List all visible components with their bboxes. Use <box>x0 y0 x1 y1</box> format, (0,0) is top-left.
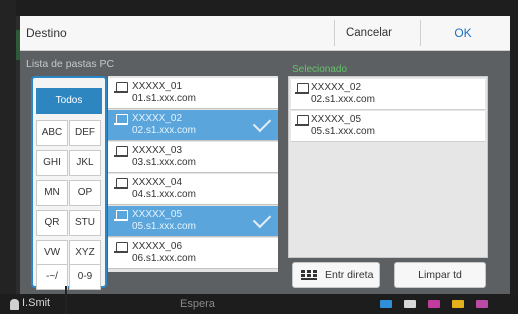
computer-icon <box>114 178 128 189</box>
cancel-button[interactable]: Cancelar <box>334 20 403 46</box>
pc-list-item[interactable]: XXXXX_02 02.s1.xxx.com <box>108 110 278 141</box>
pc-host: 02.s1.xxx.com <box>311 94 375 105</box>
pc-list-item[interactable]: XXXXX_01 01.s1.xxx.com <box>108 78 278 109</box>
filter-ghi-button[interactable]: GHI <box>36 150 68 176</box>
toner-white-icon <box>404 300 416 308</box>
device-bezel-left <box>0 0 16 314</box>
pc-folder-list-title: Lista de pastas PC <box>26 58 115 70</box>
direct-entry-label: Entr direta <box>325 269 374 281</box>
pc-list-item[interactable]: XXXXX_04 04.s1.xxx.com <box>108 174 278 205</box>
pc-name: XXXXX_05 <box>311 114 362 125</box>
callout-line <box>65 286 67 314</box>
filter-mn-button[interactable]: MN <box>36 180 68 206</box>
computer-icon <box>114 114 128 125</box>
pc-host: 04.s1.xxx.com <box>132 189 196 200</box>
toner-yellow-icon <box>452 300 464 308</box>
index-filter-panel: Todos ABC DEF GHI JKL MN OP QR STU VW XY… <box>31 76 107 290</box>
dialog-title: Destino <box>26 26 67 40</box>
check-icon <box>252 113 272 133</box>
computer-icon <box>114 210 128 221</box>
keyboard-icon <box>301 270 317 280</box>
filter-stu-button[interactable]: STU <box>69 210 101 236</box>
device-bezel-top <box>0 0 518 16</box>
selected-destinations-panel: XXXXX_02 02.s1.xxx.com XXXXX_05 05.s1.xx… <box>288 76 488 258</box>
selected-panel-title: Selecionado <box>292 64 348 75</box>
machine-status: Espera <box>180 298 215 310</box>
filter-def-button[interactable]: DEF <box>69 120 101 146</box>
pc-host: 05.s1.xxx.com <box>132 221 196 232</box>
pc-name: XXXXX_01 <box>132 81 183 92</box>
computer-icon <box>295 83 309 94</box>
pc-host: 03.s1.xxx.com <box>132 157 196 168</box>
filter-symbols-button[interactable]: -~/ <box>36 264 68 290</box>
pc-folder-list: XXXXX_01 01.s1.xxx.com XXXXX_02 02.s1.xx… <box>108 76 278 272</box>
pc-list-item[interactable]: XXXXX_05 05.s1.xxx.com <box>108 206 278 237</box>
check-icon <box>252 209 272 229</box>
pc-host: 06.s1.xxx.com <box>132 253 196 264</box>
computer-icon <box>295 115 309 126</box>
toner-magenta-icon <box>428 300 440 308</box>
computer-icon <box>114 146 128 157</box>
destination-dialog: Destino Cancelar OK Lista de pastas PC T… <box>20 16 510 294</box>
direct-entry-button[interactable]: Entr direta <box>292 262 380 288</box>
clear-all-button[interactable]: Limpar td <box>394 262 486 288</box>
toner-extra-icon <box>476 300 488 308</box>
dialog-header: Destino Cancelar OK <box>20 16 510 51</box>
filter-xyz-button[interactable]: XYZ <box>69 240 101 266</box>
logged-in-user[interactable]: I.Smit <box>9 297 50 310</box>
computer-icon <box>114 242 128 253</box>
selected-list-item[interactable]: XXXXX_02 02.s1.xxx.com <box>291 79 485 110</box>
computer-icon <box>114 82 128 93</box>
ok-button[interactable]: OK <box>420 20 505 46</box>
pc-name: XXXXX_03 <box>132 145 183 156</box>
pc-name: XXXXX_04 <box>132 177 183 188</box>
filter-abc-button[interactable]: ABC <box>36 120 68 146</box>
toner-cyan-icon <box>380 300 392 308</box>
pc-name: XXXXX_05 <box>132 209 183 220</box>
filter-vw-button[interactable]: VW <box>36 240 68 266</box>
pc-host: 05.s1.xxx.com <box>311 126 375 137</box>
selected-list-item[interactable]: XXXXX_05 05.s1.xxx.com <box>291 111 485 142</box>
pc-list-item[interactable]: XXXXX_06 06.s1.xxx.com <box>108 238 278 269</box>
pc-list-item[interactable]: XXXXX_03 03.s1.xxx.com <box>108 142 278 173</box>
pc-name: XXXXX_02 <box>132 113 183 124</box>
filter-digits-button[interactable]: 0-9 <box>69 264 101 290</box>
pc-host: 01.s1.xxx.com <box>132 93 196 104</box>
filter-jkl-button[interactable]: JKL <box>69 150 101 176</box>
pc-host: 02.s1.xxx.com <box>132 125 196 136</box>
filter-qr-button[interactable]: QR <box>36 210 68 236</box>
filter-op-button[interactable]: OP <box>69 180 101 206</box>
pc-name: XXXXX_06 <box>132 241 183 252</box>
status-bar: I.Smit Espera <box>0 294 518 314</box>
pc-name: XXXXX_02 <box>311 82 362 93</box>
filter-all-button[interactable]: Todos <box>36 88 102 114</box>
